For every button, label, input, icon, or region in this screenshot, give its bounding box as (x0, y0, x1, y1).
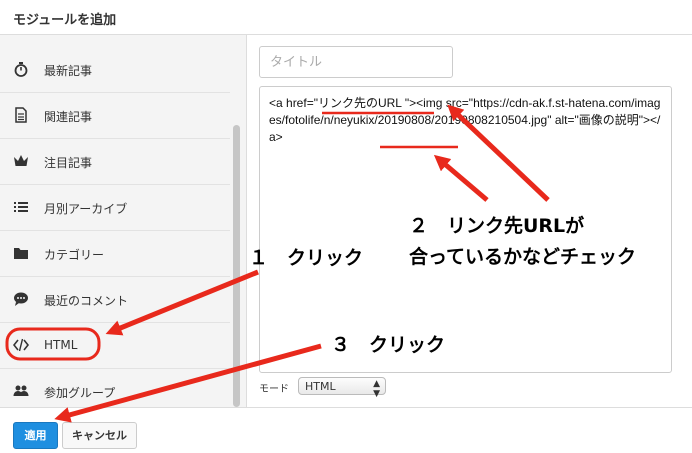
annotation-step1: １ クリック (249, 247, 364, 269)
arrow-step1 (105, 269, 259, 336)
arrow-step2-url (447, 104, 550, 202)
html-item-highlight (5, 327, 101, 361)
arrow-step2-alt (433, 154, 489, 202)
annotation-step3: ３ クリック (331, 334, 446, 356)
annotation-step2-line1: ２ リンク先URLが (409, 215, 585, 237)
annotation-overlay (5, 104, 550, 423)
annotation-step2-line2: 合っているかなどチェック (409, 246, 637, 268)
arrow-step3 (54, 343, 322, 423)
